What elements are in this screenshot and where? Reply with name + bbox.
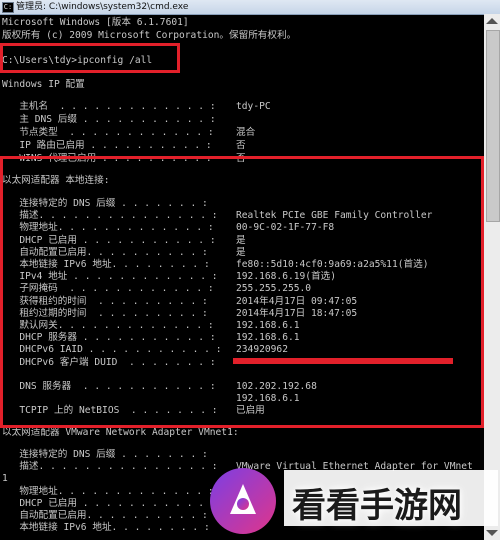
config-row-value: tdy-PC [236,101,271,112]
section-windows-ip: Windows IP 配置 [2,79,85,90]
duid-redaction-bar [233,358,453,364]
config-row-label: 本地链接 IPv6 地址. . . . . . . . : [2,522,210,534]
version-line: Microsoft Windows [版本 6.1.7601] [2,17,189,28]
local-connection-highlight-box [0,156,484,428]
kankan-logo [210,468,276,534]
window-title: 管理员: C:\windows\system32\cmd.exe [16,2,189,12]
config-row-label: 1 [2,473,8,485]
title-bar[interactable]: C: 管理员: C:\windows\system32\cmd.exe [0,0,500,15]
config-row-label: 连接特定的 DNS 后缀 . . . . . . . : [2,449,208,460]
config-row-label: 主机名 . . . . . . . . . . . . . : [2,101,216,112]
scroll-thumb[interactable] [486,30,500,222]
config-row-label: 主 DNS 后缀 . . . . . . . . . . . : [2,114,216,125]
config-row-value: 混合 [236,127,256,138]
config-row-label: 描述. . . . . . . . . . . . . . . : [2,461,218,473]
config-row-value: 否 [236,140,246,151]
config-row-label: 自动配置已启用. . . . . . . . . . : [2,510,208,521]
copyright-line: 版权所有 (c) 2009 Microsoft Corporation。保留所有… [2,30,297,41]
config-row-label: 节点类型 . . . . . . . . . . . . : [2,127,214,138]
command-highlight-box [0,43,180,73]
watermark-text: 看看手游网 [292,486,462,526]
config-row-label: IP 路由已启用 . . . . . . . . . . : [2,140,212,151]
scroll-up-icon[interactable] [486,18,498,24]
config-row-label: 物理地址. . . . . . . . . . . . . : [2,485,214,497]
watermark: 看看手游网 [204,460,500,540]
config-row-label: DHCP 已启用 . . . . . . . . . . . : [2,497,216,509]
cmd-icon: C: [2,2,14,13]
